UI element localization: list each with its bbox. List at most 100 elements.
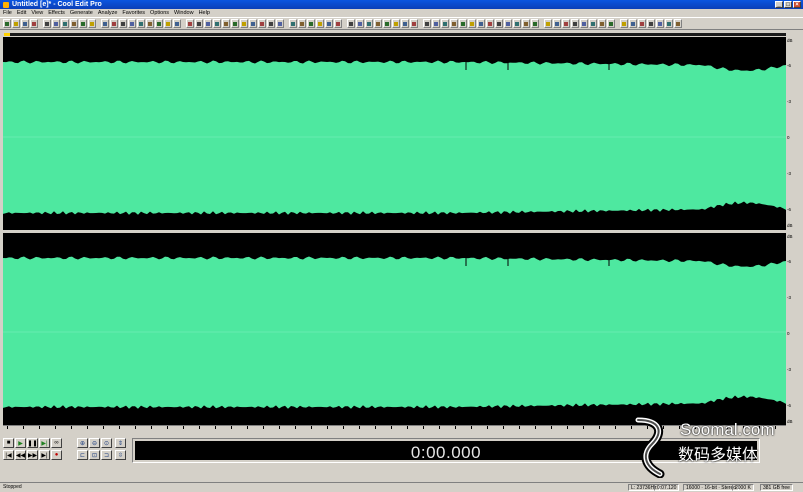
toolbar-button[interactable] xyxy=(531,19,539,28)
menu-options[interactable]: Options xyxy=(150,9,169,17)
toolbar-button[interactable] xyxy=(155,19,163,28)
maximize-button[interactable]: □ xyxy=(784,1,792,8)
toolbar-button[interactable] xyxy=(450,19,458,28)
menu-generate[interactable]: Generate xyxy=(70,9,93,17)
record-button[interactable]: ● xyxy=(51,450,62,460)
zoom-selection-button[interactable]: ⊡ xyxy=(89,450,100,460)
toolbar-button[interactable] xyxy=(383,19,391,28)
toolbar-button[interactable] xyxy=(240,19,248,28)
toolbar-button[interactable] xyxy=(213,19,221,28)
stop-button[interactable]: ■ xyxy=(3,438,14,448)
toolbar-button[interactable] xyxy=(325,19,333,28)
toolbar-button[interactable] xyxy=(441,19,449,28)
toolbar-button[interactable] xyxy=(423,19,431,28)
toolbar-button[interactable] xyxy=(580,19,588,28)
menu-help[interactable]: Help xyxy=(199,9,210,17)
zoom-out-vertical-button[interactable]: ⇳ xyxy=(115,450,126,460)
minimize-button[interactable]: _ xyxy=(775,1,783,8)
toolbar-button[interactable] xyxy=(204,19,212,28)
toolbar-button[interactable] xyxy=(43,19,51,28)
toolbar-button[interactable] xyxy=(146,19,154,28)
toolbar-button[interactable] xyxy=(70,19,78,28)
toolbar-button[interactable] xyxy=(410,19,418,28)
toolbar-button[interactable] xyxy=(52,19,60,28)
play-button[interactable]: ▶ xyxy=(15,438,26,448)
toolbar-button[interactable] xyxy=(365,19,373,28)
toolbar-button[interactable] xyxy=(258,19,266,28)
go-to-end-button[interactable]: ▶| xyxy=(39,450,50,460)
toolbar-button[interactable] xyxy=(629,19,637,28)
toolbar-button[interactable] xyxy=(173,19,181,28)
toolbar-button[interactable] xyxy=(186,19,194,28)
toolbar-button[interactable] xyxy=(620,19,628,28)
close-button[interactable]: × xyxy=(793,1,801,8)
toolbar-button[interactable] xyxy=(164,19,172,28)
toolbar-button[interactable] xyxy=(374,19,382,28)
toolbar-button[interactable] xyxy=(12,19,20,28)
toolbar-button[interactable] xyxy=(137,19,145,28)
toolbar-button[interactable] xyxy=(571,19,579,28)
toolbar-button[interactable] xyxy=(101,19,109,28)
toolbar-button[interactable] xyxy=(119,19,127,28)
toolbar-button[interactable] xyxy=(432,19,440,28)
toolbar-button[interactable] xyxy=(468,19,476,28)
toolbar-button[interactable] xyxy=(401,19,409,28)
menu-view[interactable]: View xyxy=(31,9,43,17)
toolbar-button[interactable] xyxy=(504,19,512,28)
toolbar-button[interactable] xyxy=(598,19,606,28)
zoom-to-left-button[interactable]: ⊏ xyxy=(77,450,88,460)
toolbar-button[interactable] xyxy=(231,19,239,28)
menu-file[interactable]: File xyxy=(3,9,12,17)
zoom-to-right-button[interactable]: ⊐ xyxy=(101,450,112,460)
toolbar-button[interactable] xyxy=(88,19,96,28)
play-to-end-button[interactable]: ▶| xyxy=(39,438,50,448)
toolbar-button[interactable] xyxy=(513,19,521,28)
fast-forward-button[interactable]: ▶▶ xyxy=(27,450,38,460)
toolbar-button[interactable] xyxy=(486,19,494,28)
toolbar-button[interactable] xyxy=(61,19,69,28)
menu-effects[interactable]: Effects xyxy=(48,9,65,17)
toolbar-button[interactable] xyxy=(544,19,552,28)
toolbar-button[interactable] xyxy=(3,19,11,28)
toolbar-button[interactable] xyxy=(638,19,646,28)
menu-window[interactable]: Window xyxy=(174,9,194,17)
toolbar-button[interactable] xyxy=(276,19,284,28)
menu-favorites[interactable]: Favorites xyxy=(122,9,145,17)
zoom-out-horizontal-button[interactable]: ⊖ xyxy=(89,438,100,448)
zoom-full-button[interactable]: ⊙ xyxy=(101,438,112,448)
toolbar-button[interactable] xyxy=(79,19,87,28)
toolbar-button[interactable] xyxy=(495,19,503,28)
toolbar-button[interactable] xyxy=(334,19,342,28)
toolbar-button[interactable] xyxy=(128,19,136,28)
toolbar-button[interactable] xyxy=(110,19,118,28)
toolbar-button[interactable] xyxy=(647,19,655,28)
toolbar-button[interactable] xyxy=(222,19,230,28)
toolbar-button[interactable] xyxy=(553,19,561,28)
toolbar-button[interactable] xyxy=(249,19,257,28)
pause-button[interactable]: ❚❚ xyxy=(27,438,38,448)
menu-edit[interactable]: Edit xyxy=(17,9,26,17)
toolbar-button[interactable] xyxy=(30,19,38,28)
toolbar-button[interactable] xyxy=(392,19,400,28)
toolbar-button[interactable] xyxy=(195,19,203,28)
toolbar-button[interactable] xyxy=(289,19,297,28)
toolbar-button[interactable] xyxy=(674,19,682,28)
toolbar-button[interactable] xyxy=(307,19,315,28)
toolbar-button[interactable] xyxy=(665,19,673,28)
zoom-in-horizontal-button[interactable]: ⊕ xyxy=(77,438,88,448)
menu-analyze[interactable]: Analyze xyxy=(98,9,118,17)
toolbar-button[interactable] xyxy=(316,19,324,28)
overview-strip[interactable] xyxy=(4,33,786,36)
toolbar-button[interactable] xyxy=(607,19,615,28)
toolbar-button[interactable] xyxy=(356,19,364,28)
toolbar-button[interactable] xyxy=(347,19,355,28)
toolbar-button[interactable] xyxy=(562,19,570,28)
toolbar-button[interactable] xyxy=(656,19,664,28)
toolbar-button[interactable] xyxy=(522,19,530,28)
toolbar-button[interactable] xyxy=(267,19,275,28)
waveform-display[interactable] xyxy=(3,37,786,425)
toolbar-button[interactable] xyxy=(298,19,306,28)
rewind-button[interactable]: ◀◀ xyxy=(15,450,26,460)
toolbar-button[interactable] xyxy=(21,19,29,28)
loop-button[interactable]: ∞ xyxy=(51,438,62,448)
